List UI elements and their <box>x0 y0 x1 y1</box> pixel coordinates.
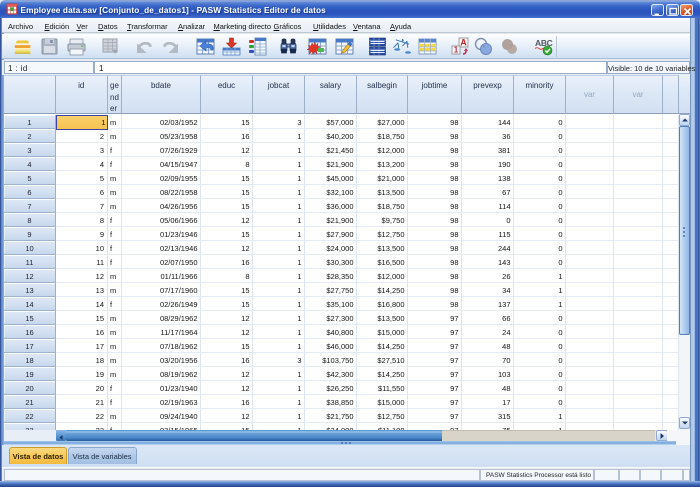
svg-text:1: 1 <box>453 46 458 55</box>
svg-text:A: A <box>460 38 467 48</box>
